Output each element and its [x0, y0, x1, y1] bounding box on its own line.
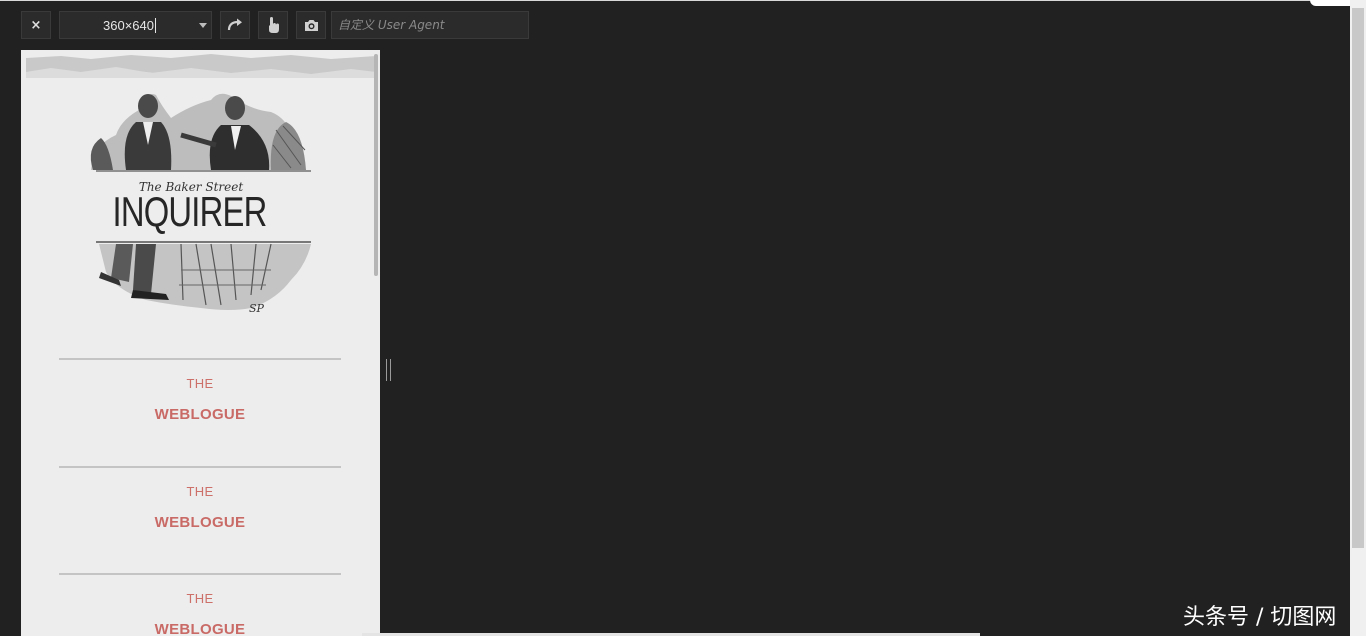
illustration-signature: SP: [249, 302, 265, 315]
viewport-resize-handle[interactable]: [386, 359, 391, 381]
post-title-link[interactable]: WEBLOGUE: [59, 406, 341, 423]
close-button[interactable]: ×: [21, 11, 51, 39]
devtools-responsive-mode: × 360×640 自定义 User Agent SP The Baker St…: [0, 0, 1366, 636]
device-size-value: 360×640: [103, 17, 156, 33]
post-title-link[interactable]: WEBLOGUE: [59, 514, 341, 531]
device-size-select[interactable]: 360×640: [59, 11, 212, 39]
post-item[interactable]: THE WEBLOGUE: [59, 358, 341, 423]
post-pretitle: THE: [186, 591, 214, 606]
post-divider: [59, 466, 341, 468]
post-pretitle: THE: [186, 484, 214, 499]
post-title-link[interactable]: WEBLOGUE: [59, 621, 341, 636]
chevron-down-icon: [199, 23, 207, 28]
post-item[interactable]: THE WEBLOGUE: [59, 466, 341, 531]
user-agent-input[interactable]: [331, 11, 529, 39]
top-border: [0, 0, 1310, 1]
post-divider: [59, 573, 341, 575]
watermark-text: 头条号 / 切图网: [1183, 605, 1337, 630]
page-scrollbar[interactable]: [1350, 0, 1366, 636]
touch-hand-icon: [269, 17, 279, 33]
device-viewport[interactable]: SP The Baker Street INQUIRER THE WEBLOGU…: [21, 50, 380, 636]
masthead-title: INQUIRER: [112, 188, 268, 235]
close-icon: ×: [30, 17, 42, 33]
rotate-icon: [227, 18, 242, 31]
rotate-button[interactable]: [220, 11, 250, 39]
viewport-scrollbar[interactable]: [374, 54, 378, 276]
post-divider: [59, 358, 341, 360]
post-item[interactable]: THE WEBLOGUE: [59, 573, 341, 636]
touch-emulation-button[interactable]: [258, 11, 288, 39]
post-pretitle: THE: [186, 376, 214, 391]
page-scrollbar-thumb[interactable]: [1352, 8, 1364, 548]
camera-icon: [304, 19, 318, 31]
screenshot-button[interactable]: [296, 11, 326, 39]
